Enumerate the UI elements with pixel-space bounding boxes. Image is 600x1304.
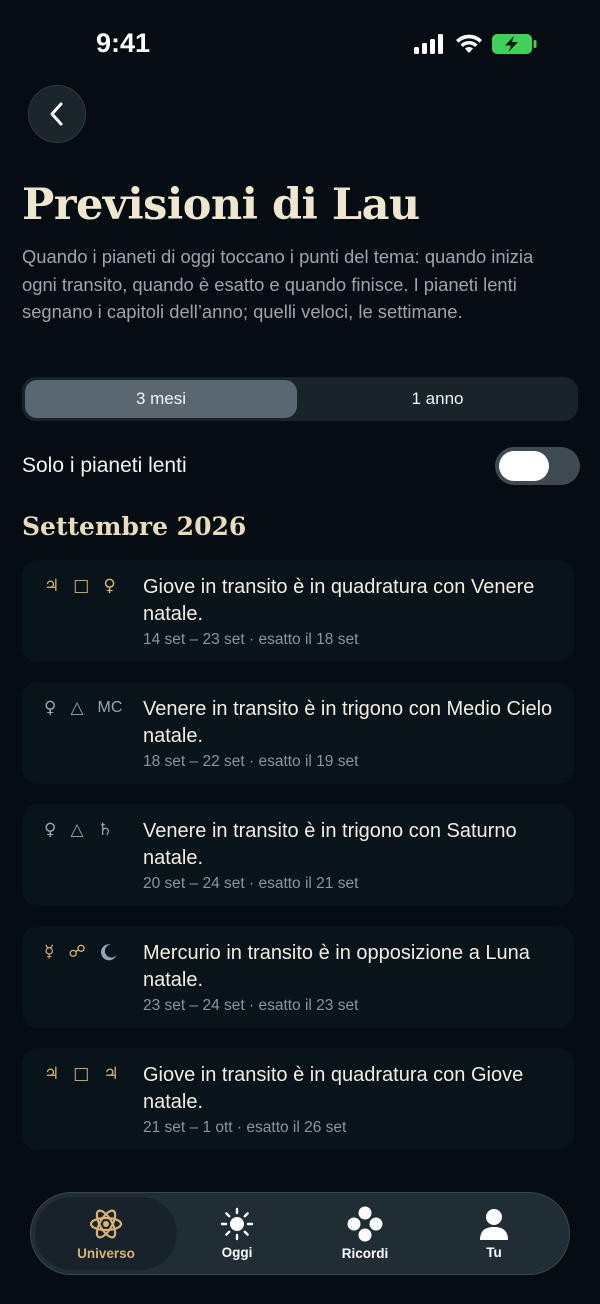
transit-glyphs: ♃ □ ♀ (44, 576, 116, 596)
toggle-knob (499, 451, 549, 481)
range-option-1-anno[interactable]: 1 anno (300, 380, 575, 418)
chevron-left-icon (50, 102, 63, 126)
transit-card[interactable]: ☿ ☍ Mercurio in transito è in opposizion… (22, 926, 574, 1028)
atom-icon (89, 1209, 123, 1239)
transit-card[interactable]: ♃ □ ♃ Giove in transito è in quadratura … (22, 1048, 574, 1150)
trine-aspect-icon: △ (70, 820, 84, 840)
opposition-aspect-icon: ☍ (68, 942, 86, 962)
transit-title: Venere in transito è in trigono con Medi… (143, 698, 553, 747)
venus-icon: ♀ (44, 820, 57, 840)
transit-dates: 20 set – 24 set · esatto il 21 set (143, 875, 359, 892)
venus-icon: ♀ (103, 576, 116, 596)
tab-label: Oggi (221, 1245, 253, 1260)
transit-glyphs: ♃ □ ♃ (44, 1064, 119, 1084)
midheaven-label: MC (97, 699, 123, 716)
transit-card[interactable]: ♀ △ MC Venere in transito è in trigono c… (22, 682, 574, 784)
square-aspect-icon: □ (73, 1064, 90, 1084)
wifi-icon (456, 34, 482, 53)
slow-planets-filter: Solo i pianeti lenti (22, 446, 580, 486)
status-icons (414, 33, 538, 55)
transit-dates: 14 set – 23 set · esatto il 18 set (143, 631, 359, 648)
transit-title: Giove in transito è in quadratura con Gi… (143, 1064, 524, 1113)
transit-glyphs: ♀ △ ♄ (44, 820, 113, 840)
month-section-title: Settembre 2026 (22, 512, 247, 541)
signal-icon (414, 34, 443, 54)
tab-label: Tu (486, 1245, 502, 1260)
bottom-tab-bar: Universo Oggi Ricordi Tu (30, 1192, 570, 1275)
page-title: Previsioni di Lau (22, 180, 420, 230)
transit-title: Mercurio in transito è in opposizione a … (143, 942, 530, 991)
tab-ricordi[interactable]: Ricordi (315, 1193, 415, 1274)
transit-title: Giove in transito è in quadratura con Ve… (143, 576, 535, 625)
status-time: 9:41 (96, 28, 151, 58)
range-option-3-mesi[interactable]: 3 mesi (25, 380, 297, 418)
transit-dates: 18 set – 22 set · esatto il 19 set (143, 753, 359, 770)
back-button[interactable] (28, 85, 86, 143)
venus-icon: ♀ (44, 698, 57, 718)
jupiter-icon: ♃ (44, 1064, 60, 1084)
transit-glyphs: ♀ △ MC (44, 698, 122, 718)
dots-cluster-icon (347, 1206, 383, 1242)
transit-dates: 23 set – 24 set · esatto il 23 set (143, 997, 359, 1014)
tab-tu[interactable]: Tu (444, 1193, 544, 1274)
trine-aspect-icon: △ (70, 698, 84, 718)
jupiter-icon: ♃ (44, 576, 60, 596)
transit-dates: 21 set – 1 ott · esatto il 26 set (143, 1119, 347, 1136)
jupiter-icon: ♃ (103, 1064, 119, 1084)
transit-card[interactable]: ♃ □ ♀ Giove in transito è in quadratura … (22, 560, 574, 662)
tab-label: Ricordi (341, 1246, 389, 1261)
tab-oggi[interactable]: Oggi (187, 1193, 287, 1274)
slow-planets-toggle[interactable] (495, 447, 580, 485)
mercury-icon: ☿ (44, 942, 55, 962)
range-segmented-control: 3 mesi 1 anno (22, 377, 578, 421)
battery-charging-icon (492, 34, 537, 54)
saturn-icon: ♄ (97, 820, 113, 840)
tab-universo[interactable]: Universo (35, 1197, 177, 1270)
slow-planets-label: Solo i pianeti lenti (22, 454, 187, 477)
transit-title: Venere in transito è in trigono con Satu… (143, 820, 517, 869)
page-description: Quando i pianeti di oggi toccano i punti… (22, 246, 534, 322)
status-bar: 9:41 (0, 0, 600, 90)
moon-icon (100, 944, 117, 961)
tab-label: Universo (77, 1246, 135, 1261)
sun-icon (220, 1207, 254, 1241)
person-icon (480, 1209, 508, 1240)
transit-card[interactable]: ♀ △ ♄ Venere in transito è in trigono co… (22, 804, 574, 906)
square-aspect-icon: □ (73, 576, 90, 596)
transit-glyphs: ☿ ☍ (44, 942, 118, 962)
